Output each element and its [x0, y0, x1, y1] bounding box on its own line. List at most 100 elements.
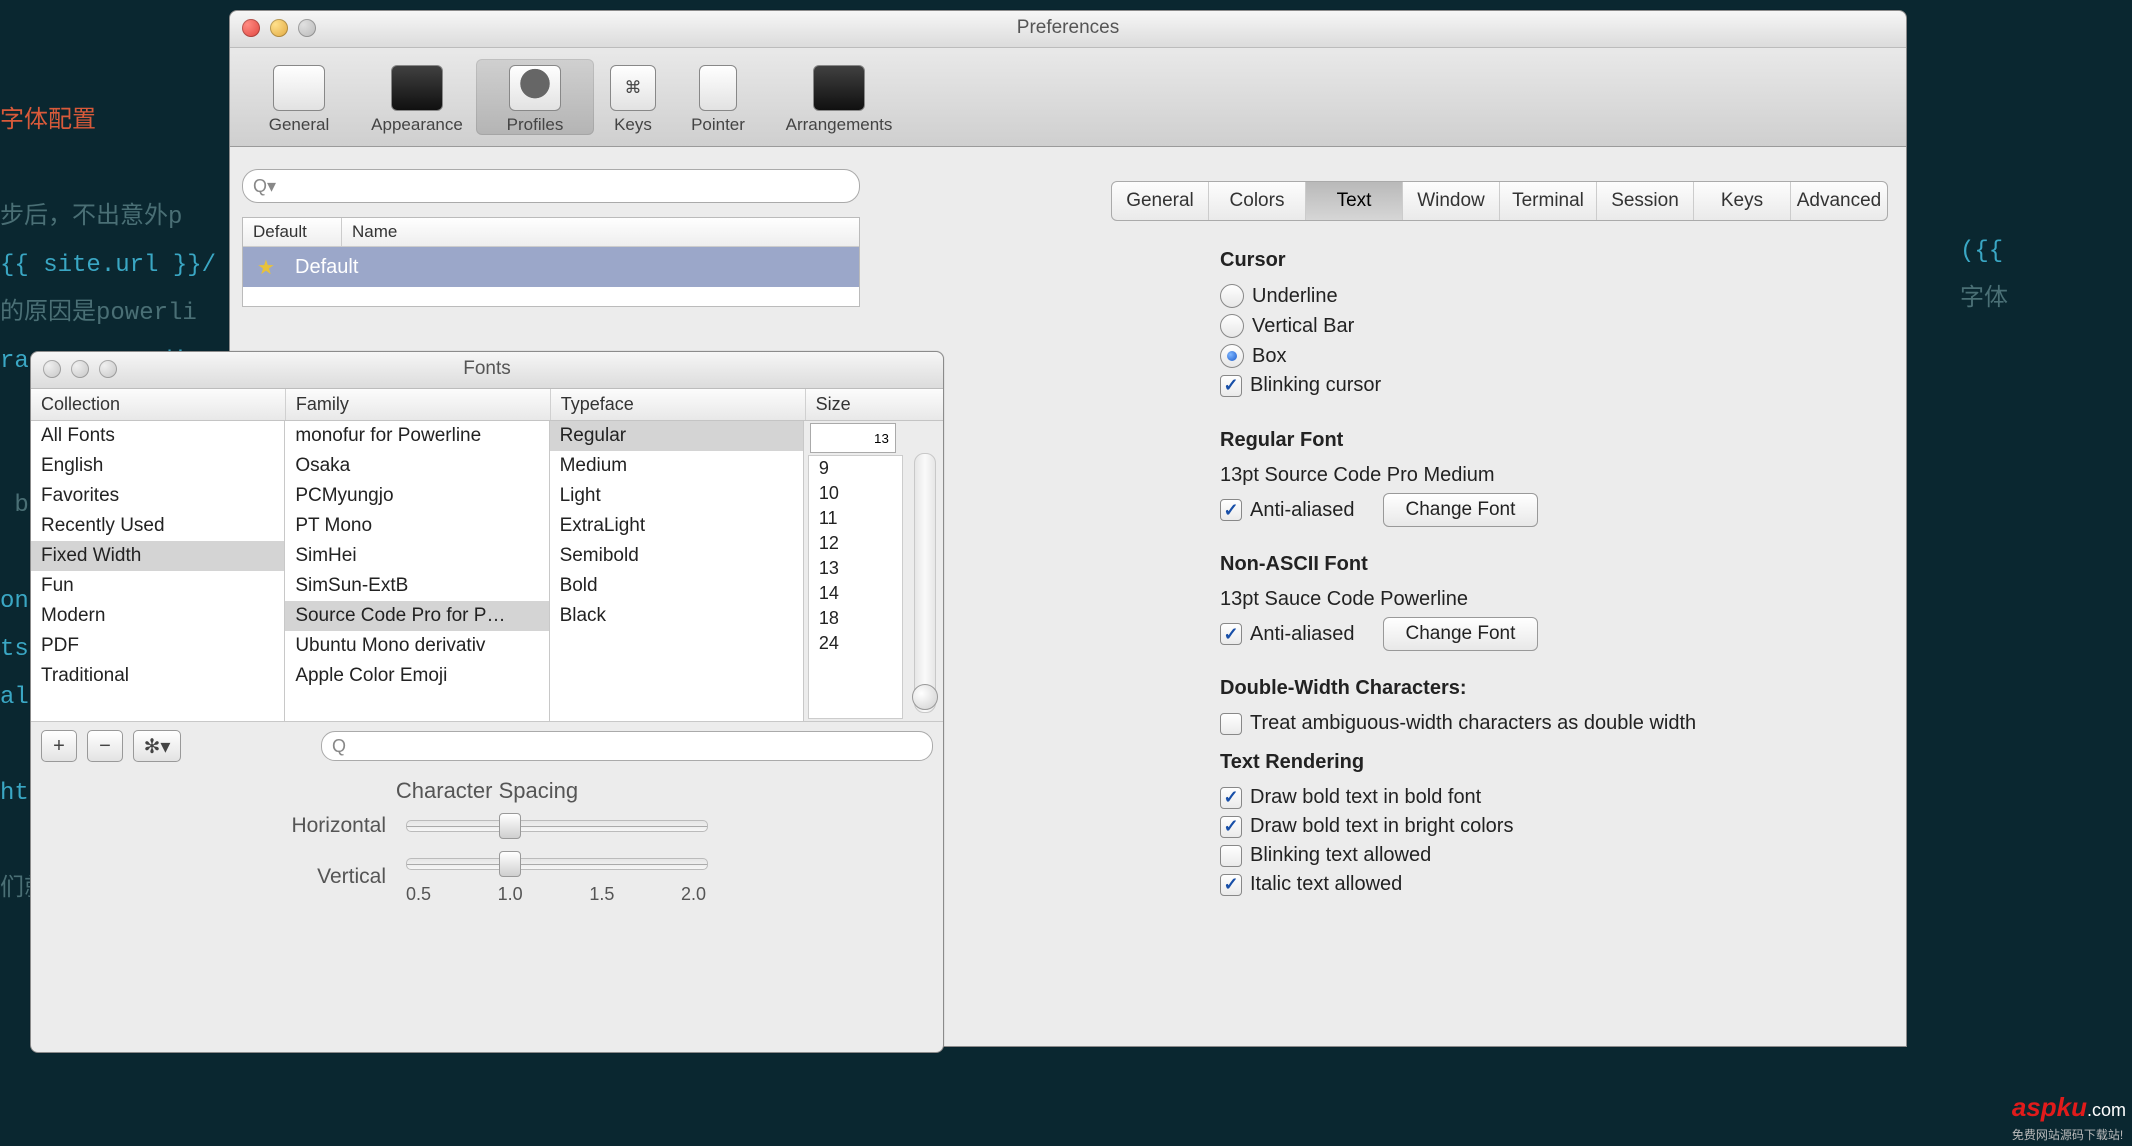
list-item[interactable]: PT Mono — [285, 511, 548, 541]
list-item[interactable]: Regular — [550, 421, 803, 451]
list-item[interactable]: English — [31, 451, 284, 481]
text-rendering-title: Text Rendering — [1220, 751, 1650, 774]
list-item[interactable]: Light — [550, 481, 803, 511]
toolbar-pointer[interactable]: Pointer — [672, 59, 764, 135]
nonascii-font-value: 13pt Sauce Code Powerline — [1220, 588, 1590, 611]
profile-name: Default — [295, 256, 358, 279]
search-icon: Q — [332, 736, 346, 757]
change-nonascii-font-button[interactable]: Change Font — [1383, 617, 1539, 651]
family-list[interactable]: monofur for Powerline Osaka PCMyungjo PT… — [285, 421, 549, 721]
tab-keys[interactable]: Keys — [1694, 182, 1791, 220]
list-item[interactable]: Recently Used — [31, 511, 284, 541]
radio-vertical-bar[interactable] — [1220, 314, 1244, 338]
profile-row-default[interactable]: ★ Default — [243, 247, 859, 287]
tab-text[interactable]: Text — [1306, 182, 1403, 220]
list-item[interactable]: 10 — [809, 481, 902, 506]
vertical-spacing-slider[interactable] — [406, 858, 708, 870]
horizontal-spacing-slider[interactable] — [406, 820, 708, 832]
tab-window[interactable]: Window — [1403, 182, 1500, 220]
profiles-list[interactable]: Default Name ★ Default — [242, 217, 860, 307]
check-anti-aliased-regular[interactable]: ✓ — [1220, 499, 1242, 521]
list-item[interactable]: Apple Color Emoji — [285, 661, 548, 691]
tab-terminal[interactable]: Terminal — [1500, 182, 1597, 220]
list-item[interactable]: 13 — [809, 556, 902, 581]
list-item[interactable]: Fun — [31, 571, 284, 601]
profile-icon — [509, 65, 561, 111]
profile-search-input[interactable]: Q▾ — [242, 169, 860, 203]
list-item[interactable]: Bold — [550, 571, 803, 601]
slider-knob[interactable] — [499, 851, 521, 877]
toolbar-general[interactable]: General — [240, 59, 358, 135]
size-slider[interactable] — [914, 453, 936, 713]
tab-session[interactable]: Session — [1597, 182, 1694, 220]
arrangements-icon — [813, 65, 865, 111]
regular-font-value: 13pt Source Code Pro Medium — [1220, 464, 1590, 487]
gear-menu-button[interactable]: ✻▾ — [133, 730, 181, 762]
check-blinking-text[interactable] — [1220, 845, 1242, 867]
star-icon: ★ — [257, 255, 281, 279]
size-column: 9 10 11 12 13 14 18 24 — [804, 421, 907, 721]
tab-general[interactable]: General — [1112, 182, 1209, 220]
list-item[interactable]: Modern — [31, 601, 284, 631]
mouse-icon — [699, 65, 737, 111]
fonts-toolbar-row: + − ✻▾ Q — [31, 722, 943, 770]
slider-knob[interactable] — [912, 684, 938, 710]
list-item[interactable]: 9 — [809, 456, 902, 481]
check-double-width[interactable] — [1220, 713, 1242, 735]
search-icon: Q▾ — [253, 176, 276, 197]
check-anti-aliased-nonascii[interactable]: ✓ — [1220, 623, 1242, 645]
remove-button[interactable]: − — [87, 730, 123, 762]
slider-knob[interactable] — [499, 813, 521, 839]
list-item[interactable]: Source Code Pro for P… — [285, 601, 548, 631]
cursor-title: Cursor — [1220, 249, 1590, 272]
list-item[interactable]: Ubuntu Mono derivativ — [285, 631, 548, 661]
list-item[interactable]: 11 — [809, 506, 902, 531]
list-item[interactable]: ExtraLight — [550, 511, 803, 541]
list-item[interactable]: 12 — [809, 531, 902, 556]
list-item[interactable]: Traditional — [31, 661, 284, 691]
list-item[interactable]: 24 — [809, 631, 902, 656]
list-item[interactable]: All Fonts — [31, 421, 284, 451]
list-item[interactable]: Osaka — [285, 451, 548, 481]
regular-font-title: Regular Font — [1220, 429, 1590, 452]
add-button[interactable]: + — [41, 730, 77, 762]
list-item[interactable]: Semibold — [550, 541, 803, 571]
list-item[interactable]: PDF — [31, 631, 284, 661]
list-item[interactable]: Medium — [550, 451, 803, 481]
list-item[interactable]: Fixed Width — [31, 541, 284, 571]
list-item[interactable]: Black — [550, 601, 803, 631]
change-regular-font-button[interactable]: Change Font — [1383, 493, 1539, 527]
toolbar-appearance[interactable]: Appearance — [358, 59, 476, 135]
check-bright[interactable]: ✓ — [1220, 816, 1242, 838]
check-italic[interactable]: ✓ — [1220, 874, 1242, 896]
prefs-toolbar: General Appearance Profiles ⌘Keys Pointe… — [230, 48, 1906, 147]
font-search-input[interactable]: Q — [321, 731, 933, 761]
fonts-titlebar[interactable]: Fonts — [31, 352, 943, 389]
size-input[interactable] — [810, 423, 896, 453]
list-item[interactable]: 18 — [809, 606, 902, 631]
toolbar-arrangements[interactable]: Arrangements — [764, 59, 914, 135]
toolbar-profiles[interactable]: Profiles — [476, 59, 594, 135]
list-item[interactable]: monofur for Powerline — [285, 421, 548, 451]
editor-background-right: ({{ 字体 — [1960, 180, 2008, 324]
radio-underline[interactable] — [1220, 284, 1244, 308]
list-item[interactable]: Favorites — [31, 481, 284, 511]
size-list[interactable]: 9 10 11 12 13 14 18 24 — [808, 455, 903, 719]
list-item[interactable]: 14 — [809, 581, 902, 606]
tab-colors[interactable]: Colors — [1209, 182, 1306, 220]
radio-box[interactable] — [1220, 344, 1244, 368]
titlebar[interactable]: Preferences — [230, 11, 1906, 48]
switch-icon — [273, 65, 325, 111]
profiles-left-pane: Q▾ Default Name ★ Default — [242, 169, 860, 307]
check-bold-font[interactable]: ✓ — [1220, 787, 1242, 809]
list-item[interactable]: SimSun-ExtB — [285, 571, 548, 601]
typeface-list[interactable]: Regular Medium Light ExtraLight Semibold… — [550, 421, 804, 721]
tab-advanced[interactable]: Advanced — [1791, 182, 1887, 220]
collection-list[interactable]: All Fonts English Favorites Recently Use… — [31, 421, 285, 721]
toolbar-keys[interactable]: ⌘Keys — [594, 59, 672, 135]
check-blinking-cursor[interactable]: ✓ — [1220, 375, 1242, 397]
nonascii-font-title: Non-ASCII Font — [1220, 553, 1590, 576]
list-item[interactable]: SimHei — [285, 541, 548, 571]
list-item[interactable]: PCMyungjo — [285, 481, 548, 511]
size-slider-col — [907, 421, 943, 721]
